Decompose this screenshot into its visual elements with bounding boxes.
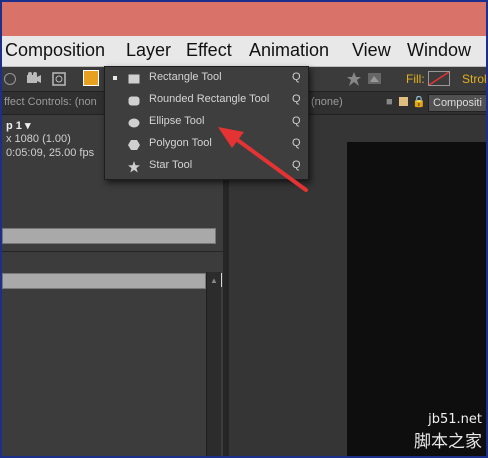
- menu-composition[interactable]: Composition: [5, 40, 105, 61]
- panel-divider: [2, 251, 223, 252]
- composition-resolution: x 1080 (1.00): [6, 133, 71, 145]
- fill-label: Fill:: [406, 72, 425, 86]
- composition-viewer[interactable]: [347, 142, 486, 456]
- star-icon: [128, 160, 140, 173]
- column-header-bar[interactable]: [2, 273, 206, 289]
- menu-item-rectangle-tool[interactable]: Rectangle Tool Q: [105, 67, 308, 89]
- search-bar[interactable]: [2, 228, 216, 244]
- polygon-icon: [128, 138, 140, 150]
- comp-color-icon: [399, 97, 408, 106]
- selected-bullet-icon: [113, 76, 117, 80]
- orbit-camera-icon[interactable]: [4, 73, 16, 85]
- panel-menu-icon[interactable]: ■: [386, 96, 393, 108]
- menu-animation[interactable]: Animation: [249, 40, 329, 61]
- menu-item-shortcut: Q: [292, 71, 301, 83]
- annotation-arrow-icon: [218, 127, 308, 192]
- menu-item-rounded-rectangle-tool[interactable]: Rounded Rectangle Tool Q: [105, 89, 308, 111]
- composition-name[interactable]: p 1 ▾: [6, 119, 30, 132]
- menu-layer[interactable]: Layer: [126, 40, 171, 61]
- tab-composition[interactable]: Compositi: [428, 94, 486, 112]
- tab-none[interactable]: (none): [311, 96, 343, 108]
- pan-behind-icon[interactable]: [51, 71, 66, 86]
- scroll-up-icon[interactable]: ▲: [210, 276, 218, 285]
- menu-view[interactable]: View: [352, 40, 391, 61]
- watermark-site-name: 脚本之家: [414, 432, 482, 452]
- menu-item-label: Star Tool: [149, 159, 193, 171]
- watermark: jb51.net 脚本之家: [414, 412, 482, 452]
- menu-item-label: Polygon Tool: [149, 137, 212, 149]
- shape-tool-icon[interactable]: [83, 70, 99, 86]
- menu-item-label: Rectangle Tool: [149, 71, 222, 83]
- camera-icon[interactable]: [26, 71, 41, 85]
- puppet-icon[interactable]: [367, 71, 381, 85]
- menu-item-label: Rounded Rectangle Tool: [149, 93, 270, 105]
- ellipse-icon: [128, 116, 140, 128]
- vertical-scrollbar[interactable]: ▲: [206, 272, 221, 456]
- composition-duration: 0:05:09, 25.00 fps: [6, 147, 95, 159]
- rounded-rectangle-icon: [128, 94, 140, 106]
- menu-item-label: Ellipse Tool: [149, 115, 205, 127]
- menu-effect[interactable]: Effect: [186, 40, 232, 61]
- stroke-label: Strok: [462, 72, 488, 86]
- lock-icon[interactable]: 🔒: [412, 95, 426, 108]
- screenshot-frame: Composition Layer Effect Animation View …: [0, 0, 488, 458]
- title-bar: [2, 2, 486, 36]
- star-pin-icon[interactable]: [346, 71, 361, 86]
- menu-bar: Composition Layer Effect Animation View …: [2, 36, 486, 67]
- menu-window[interactable]: Window: [407, 40, 471, 61]
- watermark-url: jb51.net: [428, 412, 482, 427]
- fill-swatch[interactable]: [428, 71, 450, 86]
- tab-effect-controls[interactable]: ffect Controls: (non: [4, 96, 97, 108]
- menu-item-shortcut: Q: [292, 93, 301, 105]
- rectangle-icon: [128, 72, 140, 84]
